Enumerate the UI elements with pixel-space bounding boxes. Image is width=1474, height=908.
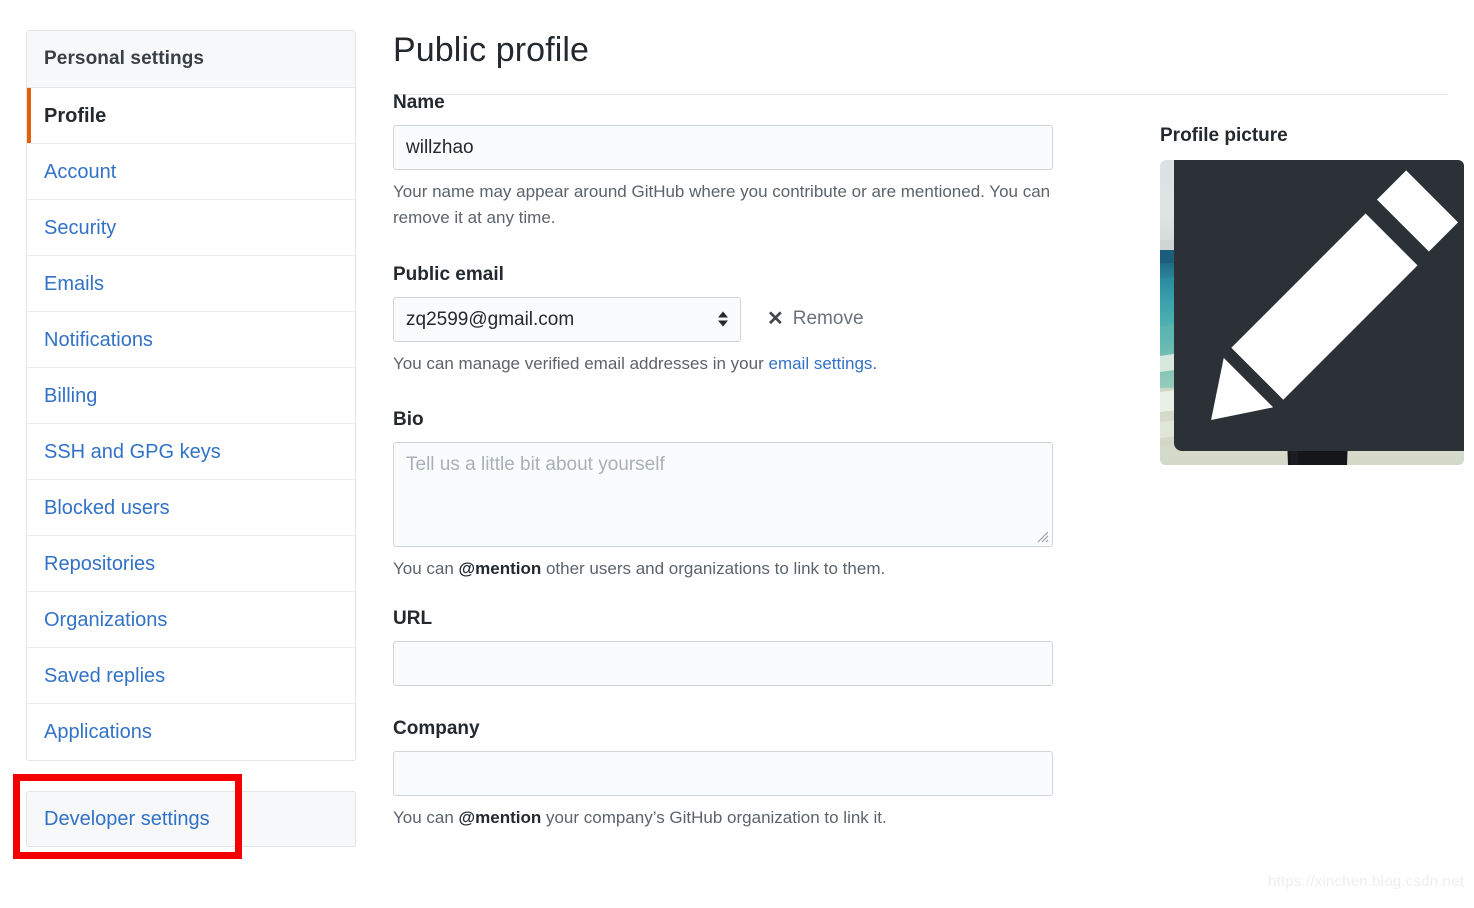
email-settings-link[interactable]: email settings [768, 354, 872, 373]
sidebar-item-developer-settings[interactable]: Developer settings [27, 792, 355, 846]
sidebar-item-ssh-and-gpg-keys[interactable]: SSH and GPG keys [27, 424, 355, 480]
sidebar-item-label: Saved replies [44, 665, 165, 687]
name-input[interactable] [393, 125, 1053, 170]
settings-page: Personal settings Profile Account Securi… [0, 0, 1474, 908]
company-field-group: Company You can @mention your company’s … [393, 718, 1053, 831]
public-email-field-group: Public email zq2599@gmail.com ✕ Remove [393, 264, 1053, 377]
sidebar-item-applications[interactable]: Applications [27, 704, 355, 760]
sidebar-item-saved-replies[interactable]: Saved replies [27, 648, 355, 704]
public-email-hint-suffix: . [872, 354, 877, 373]
name-label: Name [393, 92, 1053, 114]
bio-hint-mention: @mention [459, 559, 542, 578]
sidebar-item-label: Security [44, 217, 116, 239]
company-hint-mention: @mention [459, 808, 542, 827]
company-hint: You can @mention your company’s GitHub o… [393, 805, 1093, 831]
public-email-hint-prefix: You can manage verified email addresses … [393, 354, 768, 373]
sidebar-item-label: Organizations [44, 609, 167, 631]
sidebar-footer: Developer settings [26, 791, 356, 847]
company-hint-prefix: You can [393, 808, 459, 827]
sidebar-item-label: Applications [44, 721, 152, 743]
name-field-group: Name Your name may appear around GitHub … [393, 92, 1053, 232]
public-email-row: zq2599@gmail.com ✕ Remove [393, 297, 1053, 342]
public-email-select-wrapper: zq2599@gmail.com [393, 297, 741, 342]
sidebar-item-organizations[interactable]: Organizations [27, 592, 355, 648]
bio-hint-suffix: other users and organizations to link to… [541, 559, 885, 578]
bio-hint: You can @mention other users and organiz… [393, 556, 1093, 582]
sidebar-item-label: Notifications [44, 329, 153, 351]
company-hint-suffix: your company’s GitHub organization to li… [541, 808, 887, 827]
sidebar-item-blocked-users[interactable]: Blocked users [27, 480, 355, 536]
remove-email-button[interactable]: ✕ Remove [767, 308, 864, 330]
watermark-text: https://xinchen.blog.csdn.net [1268, 873, 1464, 890]
name-hint: Your name may appear around GitHub where… [393, 179, 1093, 232]
bio-field-group: Bio You can @mention other users and org… [393, 409, 1053, 582]
public-email-label: Public email [393, 264, 1053, 286]
url-input[interactable] [393, 641, 1053, 686]
sidebar-item-label: Repositories [44, 553, 155, 575]
settings-sidebar: Personal settings Profile Account Securi… [26, 30, 356, 761]
public-email-hint: You can manage verified email addresses … [393, 351, 1093, 377]
sidebar-item-label: Account [44, 161, 116, 183]
bio-hint-prefix: You can [393, 559, 459, 578]
bio-label: Bio [393, 409, 1053, 431]
bio-textarea[interactable] [393, 442, 1053, 547]
company-label: Company [393, 718, 1053, 740]
sidebar-item-billing[interactable]: Billing [27, 368, 355, 424]
sidebar-header: Personal settings [27, 31, 355, 88]
profile-picture-label: Profile picture [1160, 125, 1464, 147]
sidebar-item-label: Profile [44, 105, 106, 127]
url-field-group: URL [393, 608, 1053, 686]
sidebar-item-profile[interactable]: Profile [27, 88, 355, 144]
bio-wrapper [393, 442, 1053, 547]
sidebar-item-label: SSH and GPG keys [44, 441, 221, 463]
remove-label: Remove [793, 308, 864, 330]
sidebar-item-emails[interactable]: Emails [27, 256, 355, 312]
sidebar-item-security[interactable]: Security [27, 200, 355, 256]
sidebar-item-label: Blocked users [44, 497, 170, 519]
sidebar-item-label: Developer settings [44, 808, 210, 830]
url-label: URL [393, 608, 1053, 630]
close-icon: ✕ [767, 309, 784, 329]
sidebar-item-notifications[interactable]: Notifications [27, 312, 355, 368]
main-content: Public profile Name Your name may appear… [393, 30, 1448, 95]
sidebar-item-account[interactable]: Account [27, 144, 355, 200]
page-title: Public profile [393, 30, 1448, 71]
public-email-select[interactable]: zq2599@gmail.com [393, 297, 741, 342]
sidebar-item-label: Billing [44, 385, 97, 407]
profile-picture-section: Profile picture [1160, 125, 1464, 465]
pencil-icon [1187, 160, 1464, 442]
company-input[interactable] [393, 751, 1053, 796]
sidebar-item-repositories[interactable]: Repositories [27, 536, 355, 592]
avatar[interactable]: Edit [1160, 160, 1464, 465]
edit-avatar-button[interactable]: Edit [1174, 160, 1464, 451]
profile-form: Name Your name may appear around GitHub … [393, 92, 1053, 832]
sidebar-item-label: Emails [44, 273, 104, 295]
